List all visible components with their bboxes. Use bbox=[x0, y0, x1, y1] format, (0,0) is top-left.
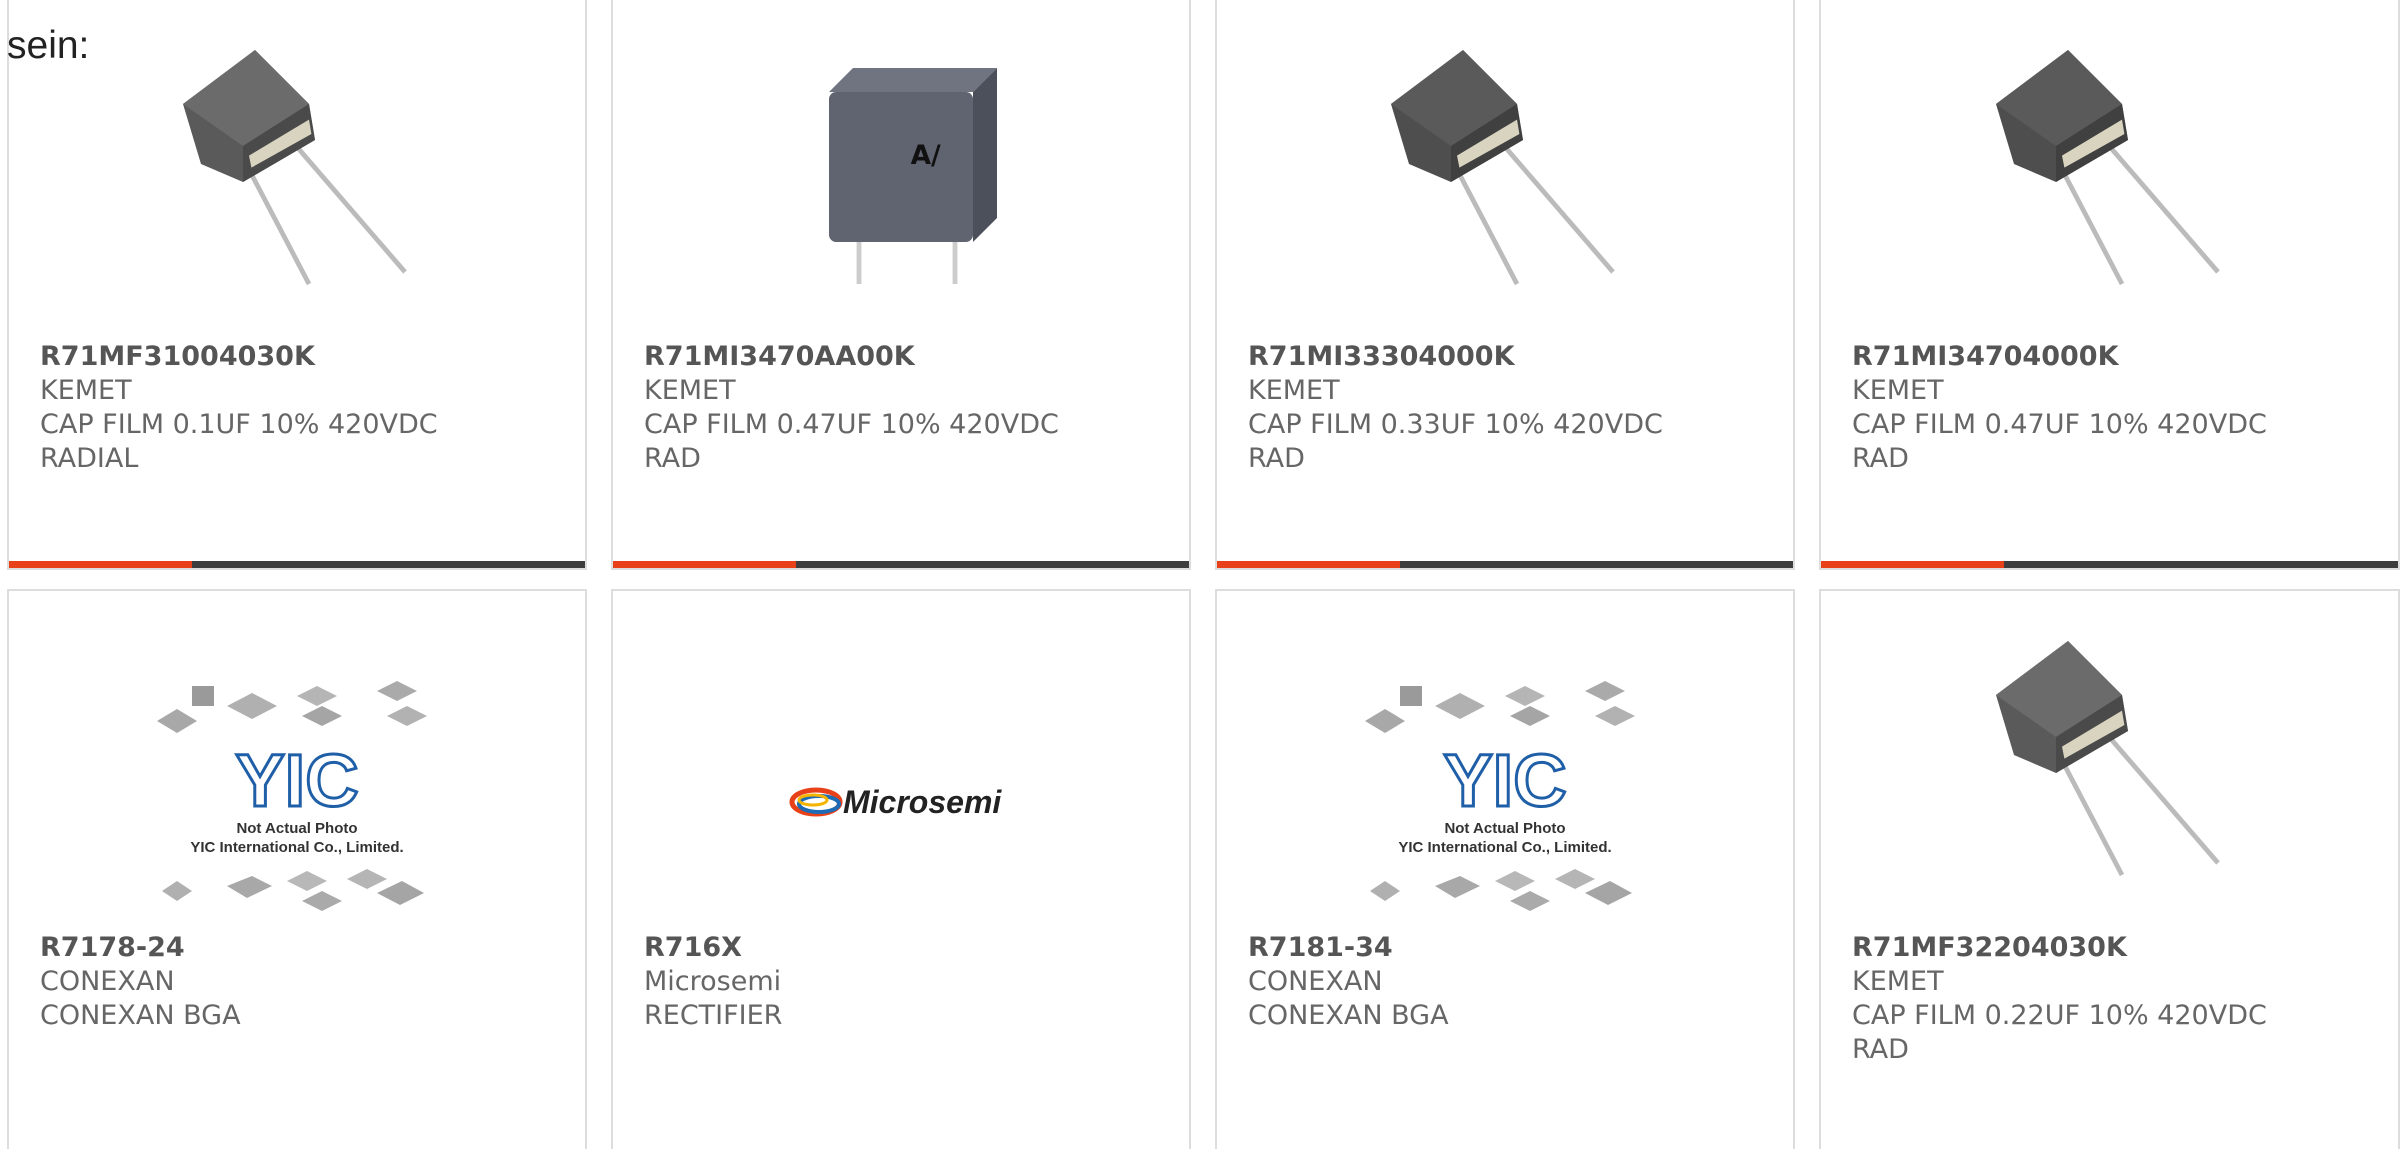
yic-company-text: YIC International Co., Limited. bbox=[190, 839, 403, 856]
description-line: CAP FILM 0.1UF 10% 420VDC bbox=[40, 409, 438, 440]
card-accent-bar bbox=[1217, 561, 1400, 568]
product-info: R71MF31004030K KEMET CAP FILM 0.1UF 10% … bbox=[40, 340, 565, 476]
not-actual-photo-text: Not Actual Photo bbox=[236, 820, 357, 837]
card-bottom-bar bbox=[9, 561, 585, 568]
description-line: RAD bbox=[1852, 443, 1909, 474]
part-number-link[interactable]: R71MF31004030K bbox=[40, 340, 565, 374]
manufacturer: KEMET bbox=[40, 375, 132, 406]
product-card[interactable]: Microsemi R716X Microsemi RECTIFIER bbox=[611, 589, 1191, 1149]
description-line: CAP FILM 0.47UF 10% 420VDC bbox=[1852, 409, 2267, 440]
manufacturer: KEMET bbox=[1852, 966, 1944, 997]
yic-logo-text: YIC bbox=[235, 739, 358, 822]
description-line: RAD bbox=[1248, 443, 1305, 474]
card-bottom-bar bbox=[1217, 561, 1793, 568]
capacitor-radial-icon bbox=[1365, 50, 1645, 290]
svg-text:A/: A/ bbox=[911, 140, 941, 171]
part-number-link[interactable]: R71MF32204030K bbox=[1852, 931, 2378, 965]
microsemi-logo-text: Microsemi bbox=[843, 784, 1002, 820]
product-info: R71MI33304000K KEMET CAP FILM 0.33UF 10%… bbox=[1248, 340, 1773, 476]
product-info: R7181-34 CONEXAN CONEXAN BGA bbox=[1248, 931, 1773, 1033]
part-number-link[interactable]: R7181-34 bbox=[1248, 931, 1773, 965]
part-number-link[interactable]: R716X bbox=[644, 931, 1169, 965]
product-info: R71MI34704000K KEMET CAP FILM 0.47UF 10%… bbox=[1852, 340, 2378, 476]
microsemi-logo-icon: Microsemi bbox=[751, 681, 1051, 921]
product-info: R71MI3470AA00K KEMET CAP FILM 0.47UF 10%… bbox=[644, 340, 1169, 476]
product-card[interactable]: R71MF31004030K KEMET CAP FILM 0.1UF 10% … bbox=[7, 0, 587, 570]
product-card[interactable]: YIC Not Actual Photo YIC International C… bbox=[7, 589, 587, 1149]
part-number-link[interactable]: R71MI34704000K bbox=[1852, 340, 2378, 374]
capacitor-box-icon: A/ bbox=[761, 50, 1041, 290]
capacitor-radial-icon bbox=[1970, 50, 2250, 290]
part-number-link[interactable]: R71MI3470AA00K bbox=[644, 340, 1169, 374]
part-number-link[interactable]: R71MI33304000K bbox=[1248, 340, 1773, 374]
manufacturer: KEMET bbox=[1852, 375, 1944, 406]
section-heading: sein: bbox=[7, 24, 90, 67]
product-info: R716X Microsemi RECTIFIER bbox=[644, 931, 1169, 1033]
manufacturer: CONEXAN bbox=[1248, 966, 1383, 997]
description-line: RADIAL bbox=[40, 443, 139, 474]
card-accent-bar bbox=[1821, 561, 2004, 568]
capacitor-radial-icon bbox=[157, 50, 437, 290]
description-line: RECTIFIER bbox=[644, 1000, 783, 1031]
yic-company-text: YIC International Co., Limited. bbox=[1398, 839, 1611, 856]
yic-placeholder-icon: YIC Not Actual Photo YIC International C… bbox=[152, 681, 442, 921]
description-line: RAD bbox=[1852, 1034, 1909, 1065]
product-info: R71MF32204030K KEMET CAP FILM 0.22UF 10%… bbox=[1852, 931, 2378, 1067]
description-line: CAP FILM 0.22UF 10% 420VDC bbox=[1852, 1000, 2267, 1031]
manufacturer: KEMET bbox=[644, 375, 736, 406]
capacitor-radial-icon bbox=[1970, 641, 2250, 881]
not-actual-photo-text: Not Actual Photo bbox=[1444, 820, 1565, 837]
manufacturer: KEMET bbox=[1248, 375, 1340, 406]
yic-logo-text: YIC bbox=[1443, 739, 1566, 822]
description-line: CAP FILM 0.47UF 10% 420VDC bbox=[644, 409, 1059, 440]
part-number-link[interactable]: R7178-24 bbox=[40, 931, 565, 965]
card-accent-bar bbox=[9, 561, 192, 568]
description-line: CAP FILM 0.33UF 10% 420VDC bbox=[1248, 409, 1663, 440]
description-line: RAD bbox=[644, 443, 701, 474]
card-bottom-bar bbox=[1821, 561, 2398, 568]
product-card[interactable]: R71MF32204030K KEMET CAP FILM 0.22UF 10%… bbox=[1819, 589, 2400, 1149]
product-card[interactable]: A/ R71MI3470AA00K KEMET CAP FILM 0.47UF … bbox=[611, 0, 1191, 570]
product-grid: R71MF31004030K KEMET CAP FILM 0.1UF 10% … bbox=[0, 0, 2400, 1149]
card-bottom-bar bbox=[613, 561, 1189, 568]
product-card[interactable]: R71MI33304000K KEMET CAP FILM 0.33UF 10%… bbox=[1215, 0, 1795, 570]
manufacturer: CONEXAN bbox=[40, 966, 175, 997]
product-info: R7178-24 CONEXAN CONEXAN BGA bbox=[40, 931, 565, 1033]
card-accent-bar bbox=[613, 561, 796, 568]
yic-placeholder-icon: YIC Not Actual Photo YIC International C… bbox=[1360, 681, 1650, 921]
description-line: CONEXAN BGA bbox=[40, 1000, 241, 1031]
product-card[interactable]: YIC Not Actual Photo YIC International C… bbox=[1215, 589, 1795, 1149]
product-card[interactable]: R71MI34704000K KEMET CAP FILM 0.47UF 10%… bbox=[1819, 0, 2400, 570]
description-line: CONEXAN BGA bbox=[1248, 1000, 1449, 1031]
manufacturer: Microsemi bbox=[644, 966, 782, 997]
